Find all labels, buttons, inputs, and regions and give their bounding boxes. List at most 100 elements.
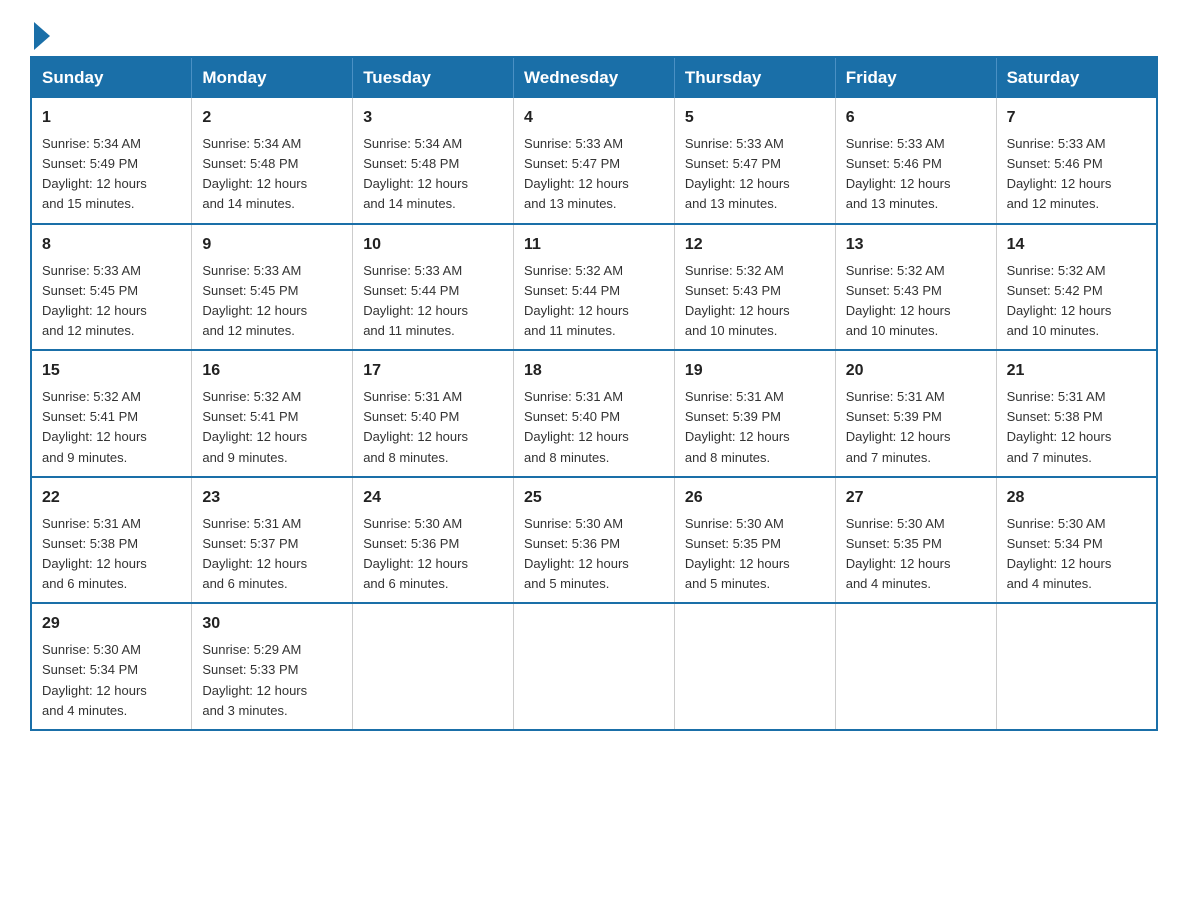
logo [30,20,50,46]
cell-sun-info: Sunrise: 5:29 AMSunset: 5:33 PMDaylight:… [202,640,342,721]
page-header [30,20,1158,46]
cell-sun-info: Sunrise: 5:30 AMSunset: 5:34 PMDaylight:… [1007,514,1146,595]
calendar-cell: 28Sunrise: 5:30 AMSunset: 5:34 PMDayligh… [996,477,1157,604]
calendar-cell: 25 Sunrise: 5:30 AMSunset: 5:36 PMDayligh… [514,477,675,604]
day-number: 18 [524,359,664,383]
calendar-cell: 23 Sunrise: 5:31 AMSunset: 5:37 PMDayligh… [192,477,353,604]
calendar-cell: 2 Sunrise: 5:34 AMSunset: 5:48 PMDaylight… [192,98,353,224]
calendar-cell: 6 Sunrise: 5:33 AMSunset: 5:46 PMDaylight… [835,98,996,224]
cell-sun-info: Sunrise: 5:33 AMSunset: 5:46 PMDaylight:… [1007,134,1146,215]
calendar-cell: 5 Sunrise: 5:33 AMSunset: 5:47 PMDaylight… [674,98,835,224]
day-number: 23 [202,486,342,510]
calendar-cell: 19 Sunrise: 5:31 AMSunset: 5:39 PMDayligh… [674,350,835,477]
weekday-header-thursday: Thursday [674,57,835,98]
cell-sun-info: Sunrise: 5:34 AMSunset: 5:49 PMDaylight:… [42,134,181,215]
calendar-cell [353,603,514,730]
calendar-cell: 17 Sunrise: 5:31 AMSunset: 5:40 PMDayligh… [353,350,514,477]
calendar-cell [674,603,835,730]
cell-sun-info: Sunrise: 5:33 AMSunset: 5:46 PMDaylight:… [846,134,986,215]
calendar-week-row: 1 Sunrise: 5:34 AMSunset: 5:49 PMDaylight… [31,98,1157,224]
day-number: 12 [685,233,825,257]
weekday-header-tuesday: Tuesday [353,57,514,98]
calendar-cell: 13 Sunrise: 5:32 AMSunset: 5:43 PMDayligh… [835,224,996,351]
day-number: 6 [846,106,986,130]
cell-sun-info: Sunrise: 5:30 AMSunset: 5:36 PMDaylight:… [524,514,664,595]
cell-sun-info: Sunrise: 5:32 AMSunset: 5:43 PMDaylight:… [846,261,986,342]
day-number: 16 [202,359,342,383]
calendar-header-row: SundayMondayTuesdayWednesdayThursdayFrid… [31,57,1157,98]
cell-sun-info: Sunrise: 5:33 AMSunset: 5:47 PMDaylight:… [685,134,825,215]
day-number: 8 [42,233,181,257]
calendar-cell: 1 Sunrise: 5:34 AMSunset: 5:49 PMDaylight… [31,98,192,224]
cell-sun-info: Sunrise: 5:33 AMSunset: 5:45 PMDaylight:… [42,261,181,342]
weekday-header-monday: Monday [192,57,353,98]
day-number: 27 [846,486,986,510]
day-number: 3 [363,106,503,130]
cell-sun-info: Sunrise: 5:31 AMSunset: 5:37 PMDaylight:… [202,514,342,595]
day-number: 5 [685,106,825,130]
cell-sun-info: Sunrise: 5:33 AMSunset: 5:44 PMDaylight:… [363,261,503,342]
calendar-cell: 18 Sunrise: 5:31 AMSunset: 5:40 PMDayligh… [514,350,675,477]
cell-sun-info: Sunrise: 5:32 AMSunset: 5:43 PMDaylight:… [685,261,825,342]
calendar-cell: 11Sunrise: 5:32 AMSunset: 5:44 PMDayligh… [514,224,675,351]
calendar-cell: 24 Sunrise: 5:30 AMSunset: 5:36 PMDayligh… [353,477,514,604]
day-number: 15 [42,359,181,383]
calendar-week-row: 8 Sunrise: 5:33 AMSunset: 5:45 PMDaylight… [31,224,1157,351]
calendar-table: SundayMondayTuesdayWednesdayThursdayFrid… [30,56,1158,731]
day-number: 11 [524,233,664,257]
calendar-week-row: 29Sunrise: 5:30 AMSunset: 5:34 PMDayligh… [31,603,1157,730]
day-number: 7 [1007,106,1146,130]
cell-sun-info: Sunrise: 5:33 AMSunset: 5:45 PMDaylight:… [202,261,342,342]
day-number: 4 [524,106,664,130]
calendar-cell: 7 Sunrise: 5:33 AMSunset: 5:46 PMDaylight… [996,98,1157,224]
cell-sun-info: Sunrise: 5:31 AMSunset: 5:40 PMDaylight:… [524,387,664,468]
calendar-cell [996,603,1157,730]
day-number: 25 [524,486,664,510]
calendar-week-row: 22Sunrise: 5:31 AMSunset: 5:38 PMDayligh… [31,477,1157,604]
cell-sun-info: Sunrise: 5:30 AMSunset: 5:36 PMDaylight:… [363,514,503,595]
cell-sun-info: Sunrise: 5:34 AMSunset: 5:48 PMDaylight:… [363,134,503,215]
day-number: 21 [1007,359,1146,383]
cell-sun-info: Sunrise: 5:32 AMSunset: 5:41 PMDaylight:… [202,387,342,468]
calendar-cell: 8 Sunrise: 5:33 AMSunset: 5:45 PMDaylight… [31,224,192,351]
calendar-cell: 29Sunrise: 5:30 AMSunset: 5:34 PMDayligh… [31,603,192,730]
calendar-cell: 21 Sunrise: 5:31 AMSunset: 5:38 PMDayligh… [996,350,1157,477]
day-number: 9 [202,233,342,257]
calendar-cell [835,603,996,730]
calendar-cell [514,603,675,730]
calendar-cell: 3 Sunrise: 5:34 AMSunset: 5:48 PMDaylight… [353,98,514,224]
cell-sun-info: Sunrise: 5:31 AMSunset: 5:39 PMDaylight:… [846,387,986,468]
calendar-week-row: 15 Sunrise: 5:32 AMSunset: 5:41 PMDayligh… [31,350,1157,477]
calendar-cell: 16 Sunrise: 5:32 AMSunset: 5:41 PMDayligh… [192,350,353,477]
day-number: 19 [685,359,825,383]
cell-sun-info: Sunrise: 5:30 AMSunset: 5:35 PMDaylight:… [846,514,986,595]
calendar-cell: 14 Sunrise: 5:32 AMSunset: 5:42 PMDayligh… [996,224,1157,351]
weekday-header-sunday: Sunday [31,57,192,98]
day-number: 17 [363,359,503,383]
calendar-cell: 30 Sunrise: 5:29 AMSunset: 5:33 PMDayligh… [192,603,353,730]
cell-sun-info: Sunrise: 5:31 AMSunset: 5:40 PMDaylight:… [363,387,503,468]
calendar-cell: 12 Sunrise: 5:32 AMSunset: 5:43 PMDayligh… [674,224,835,351]
cell-sun-info: Sunrise: 5:31 AMSunset: 5:38 PMDaylight:… [1007,387,1146,468]
day-number: 13 [846,233,986,257]
day-number: 24 [363,486,503,510]
calendar-cell: 15 Sunrise: 5:32 AMSunset: 5:41 PMDayligh… [31,350,192,477]
logo-arrow-icon [34,22,50,50]
day-number: 20 [846,359,986,383]
cell-sun-info: Sunrise: 5:31 AMSunset: 5:39 PMDaylight:… [685,387,825,468]
cell-sun-info: Sunrise: 5:32 AMSunset: 5:42 PMDaylight:… [1007,261,1146,342]
calendar-cell: 27 Sunrise: 5:30 AMSunset: 5:35 PMDayligh… [835,477,996,604]
day-number: 22 [42,486,181,510]
cell-sun-info: Sunrise: 5:30 AMSunset: 5:34 PMDaylight:… [42,640,181,721]
calendar-cell: 26Sunrise: 5:30 AMSunset: 5:35 PMDayligh… [674,477,835,604]
cell-sun-info: Sunrise: 5:32 AMSunset: 5:41 PMDaylight:… [42,387,181,468]
cell-sun-info: Sunrise: 5:34 AMSunset: 5:48 PMDaylight:… [202,134,342,215]
cell-sun-info: Sunrise: 5:30 AMSunset: 5:35 PMDaylight:… [685,514,825,595]
day-number: 2 [202,106,342,130]
day-number: 1 [42,106,181,130]
weekday-header-saturday: Saturday [996,57,1157,98]
calendar-cell: 22Sunrise: 5:31 AMSunset: 5:38 PMDayligh… [31,477,192,604]
day-number: 30 [202,612,342,636]
cell-sun-info: Sunrise: 5:33 AMSunset: 5:47 PMDaylight:… [524,134,664,215]
day-number: 14 [1007,233,1146,257]
